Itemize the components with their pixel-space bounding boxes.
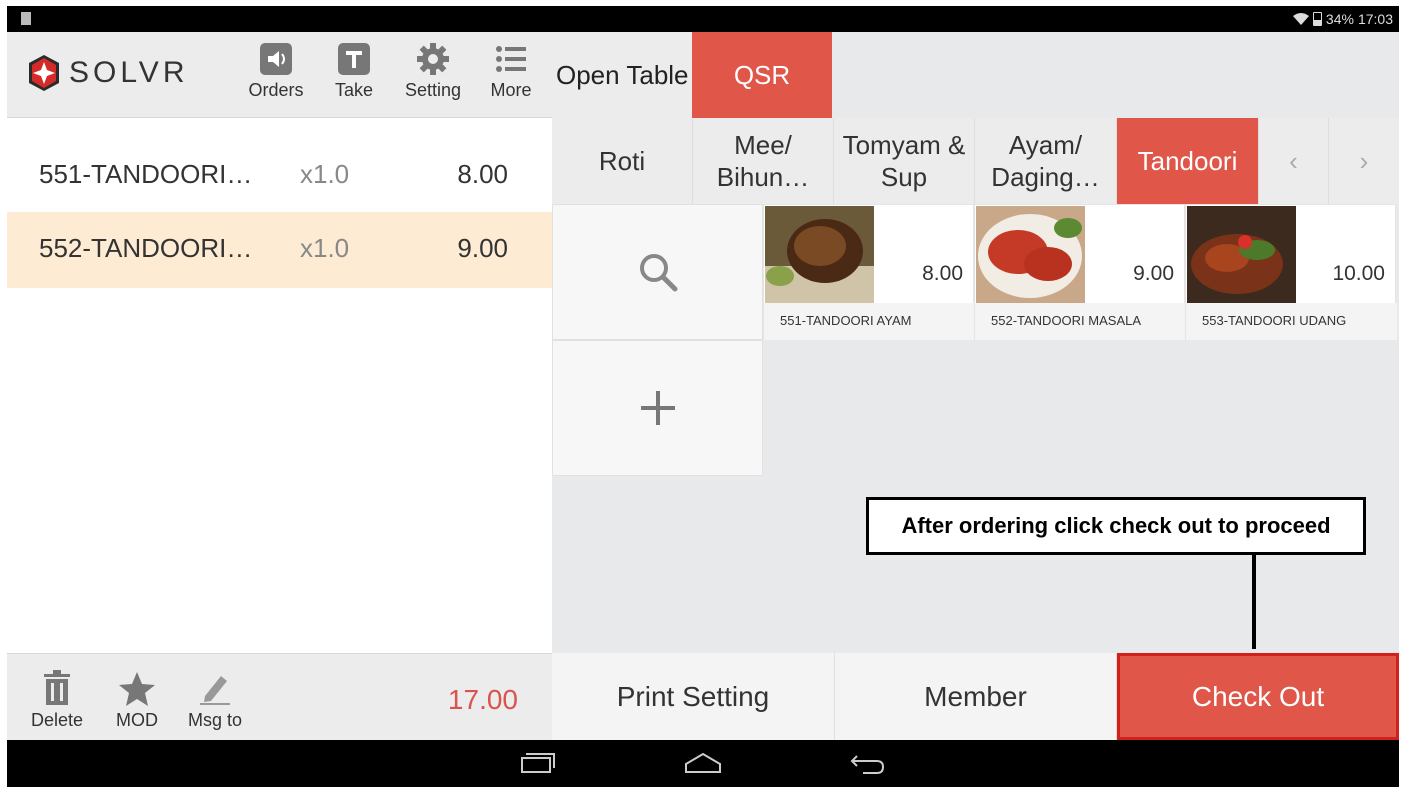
category-label: Mee/ Bihun…: [716, 130, 810, 192]
pos-screen: 34% 17:03 SOLVR Orders Take Setting More…: [7, 6, 1399, 787]
msg-to-button[interactable]: Msg to: [183, 668, 247, 731]
category-ayam-daging[interactable]: Ayam/ Daging…: [975, 118, 1117, 204]
tab-open-table[interactable]: Open Table: [552, 32, 692, 118]
chevron-right-icon: ›: [1359, 146, 1369, 176]
order-item-name: 552-TANDOORI…: [39, 233, 253, 263]
more-button[interactable]: More: [476, 42, 546, 110]
checkout-bar: Print Setting Member Check Out: [552, 653, 1399, 740]
take-label: Take: [334, 80, 374, 100]
orders-button[interactable]: Orders: [241, 42, 311, 110]
category-label: Roti: [598, 146, 646, 176]
product-card[interactable]: 8.00 551-TANDOORI AYAM: [763, 204, 975, 340]
clock: 17:03: [1357, 11, 1393, 27]
search-icon: [639, 254, 677, 292]
orders-label: Orders: [248, 80, 304, 100]
gear-icon: [416, 42, 450, 76]
product-price: 9.00: [1133, 262, 1174, 285]
mod-button[interactable]: MOD: [111, 668, 163, 731]
trash-icon: [29, 668, 85, 706]
notification-icon: [21, 12, 31, 25]
product-name: 552-TANDOORI MASALA: [975, 303, 1186, 340]
prev-category-button[interactable]: ‹: [1259, 118, 1329, 204]
tandoori-ayam-image: [765, 206, 874, 303]
product-price: 8.00: [922, 262, 963, 285]
t-box-icon: [337, 42, 371, 76]
android-nav-bar: [7, 740, 1399, 787]
instruction-callout: After ordering click check out to procee…: [866, 497, 1366, 555]
battery-level: 34%: [1325, 11, 1354, 27]
list-icon: [494, 42, 528, 76]
solvr-logo-icon: [29, 55, 59, 91]
take-button[interactable]: Take: [319, 42, 389, 110]
category-bar: Roti Mee/ Bihun… Tomyam & Sup Ayam/ Dagi…: [552, 118, 1399, 204]
star-icon: [111, 668, 163, 706]
order-item-qty: x1.0: [300, 233, 350, 263]
order-row[interactable]: 551-TANDOORI… x1.0 8.00: [7, 136, 552, 212]
member-button[interactable]: Member: [835, 653, 1117, 740]
order-list: 551-TANDOORI… x1.0 8.00 552-TANDOORI… x1…: [7, 118, 552, 653]
order-row-selected[interactable]: 552-TANDOORI… x1.0 9.00: [7, 212, 552, 288]
mod-label: MOD: [116, 710, 158, 730]
category-tandoori[interactable]: Tandoori: [1117, 118, 1259, 204]
category-label: Ayam/ Daging…: [991, 130, 1100, 192]
product-card[interactable]: 9.00 552-TANDOORI MASALA: [974, 204, 1186, 340]
check-out-button[interactable]: Check Out: [1117, 653, 1399, 740]
status-bar: 34% 17:03: [7, 6, 1399, 32]
tab-bar-filler: [832, 32, 1399, 118]
chevron-left-icon: ‹: [1289, 146, 1298, 176]
delete-button[interactable]: Delete: [29, 668, 85, 731]
status-indicators: 34% 17:03: [1292, 10, 1393, 28]
order-item-name: 551-TANDOORI…: [39, 159, 253, 189]
print-setting-button[interactable]: Print Setting: [552, 653, 835, 740]
recent-apps-icon[interactable]: [520, 750, 556, 776]
product-name: 553-TANDOORI UDANG: [1186, 303, 1397, 340]
wifi-icon: [1292, 13, 1309, 25]
header: SOLVR Orders Take Setting More: [7, 32, 552, 118]
tandoori-masala-image: [976, 206, 1085, 303]
home-icon[interactable]: [683, 750, 723, 776]
order-total: 17.00: [447, 684, 518, 715]
battery-icon: [1312, 12, 1322, 26]
order-item-qty: x1.0: [300, 159, 350, 189]
next-category-button[interactable]: ›: [1329, 118, 1399, 204]
msg-to-label: Msg to: [187, 710, 243, 730]
tab-qsr[interactable]: QSR: [692, 32, 832, 118]
category-label: Tandoori: [1137, 146, 1238, 176]
category-mee-bihun[interactable]: Mee/ Bihun…: [693, 118, 834, 204]
category-label: Tomyam & Sup: [842, 130, 966, 192]
category-tomyam-sup[interactable]: Tomyam & Sup: [834, 118, 975, 204]
back-icon[interactable]: [849, 750, 887, 776]
search-tile[interactable]: [552, 204, 763, 340]
logo-text: SOLVR: [69, 56, 189, 89]
category-roti[interactable]: Roti: [552, 118, 693, 204]
pencil-icon: [183, 668, 247, 706]
setting-button[interactable]: Setting: [398, 42, 468, 110]
more-label: More: [490, 80, 532, 100]
product-name: 551-TANDOORI AYAM: [764, 303, 975, 340]
setting-label: Setting: [404, 80, 462, 100]
callout-pointer-line: [1252, 555, 1256, 649]
logo: SOLVR: [17, 42, 213, 104]
product-grid: 8.00 551-TANDOORI AYAM 9.00 552-TANDOORI…: [552, 204, 1399, 653]
tandoori-udang-image: [1187, 206, 1296, 303]
product-card[interactable]: 10.00 553-TANDOORI UDANG: [1185, 204, 1397, 340]
order-item-price: 8.00: [457, 159, 508, 189]
speaker-icon: [259, 42, 293, 76]
order-item-price: 9.00: [457, 233, 508, 263]
plus-icon: [640, 391, 675, 425]
add-item-tile[interactable]: [552, 340, 763, 476]
order-actions-bar: Delete MOD Msg to 17.00: [7, 653, 552, 740]
product-price: 10.00: [1332, 262, 1385, 285]
delete-label: Delete: [30, 710, 84, 730]
